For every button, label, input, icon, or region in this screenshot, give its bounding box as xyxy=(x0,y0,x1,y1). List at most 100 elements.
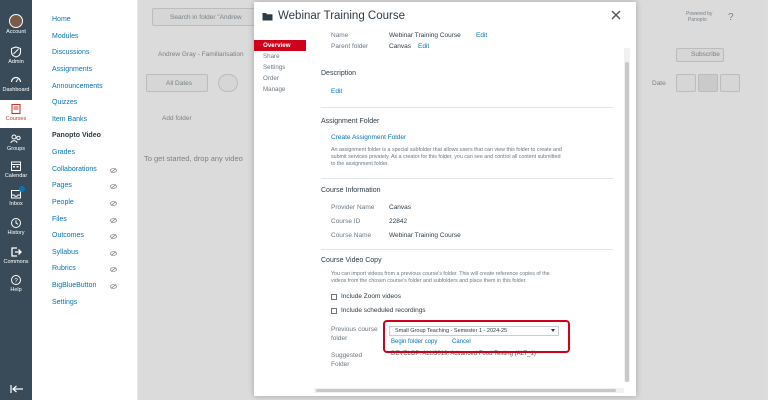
previous-course-label-2: folder xyxy=(331,335,348,342)
course-nav-quizzes[interactable]: Quizzes xyxy=(52,99,77,106)
course-nav-grades[interactable]: Grades xyxy=(52,149,75,156)
groups-icon xyxy=(10,134,21,144)
divider xyxy=(321,107,613,108)
modal-tabs: Overview Share Settings Order Manage xyxy=(254,40,306,95)
global-nav-label: Admin xyxy=(8,59,24,65)
parent-folder-value: Canvas xyxy=(389,43,412,50)
hidden-eye-icon xyxy=(110,218,117,223)
global-nav-label: Inbox xyxy=(9,201,23,207)
edit-parent-link[interactable]: Edit xyxy=(418,43,429,50)
provider-name-value: Canvas xyxy=(389,204,412,211)
hidden-eye-icon xyxy=(110,267,117,272)
global-nav-label: Dashboard xyxy=(2,87,30,93)
course-video-copy-header: Course Video Copy xyxy=(321,257,382,264)
hidden-eye-icon xyxy=(110,168,117,173)
create-assignment-folder-link[interactable]: Create Assignment Folder xyxy=(331,134,406,141)
suggested-folder-label: Suggested xyxy=(331,352,363,359)
course-nav-home[interactable]: Home xyxy=(52,16,71,23)
course-nav-panopto-video[interactable]: Panopto Video xyxy=(52,132,101,139)
edit-name-link[interactable]: Edit xyxy=(476,32,487,39)
global-nav-label: Calendar xyxy=(4,173,28,179)
parent-folder-label: Parent folder xyxy=(331,43,369,50)
course-nav-collaborations[interactable]: Collaborations xyxy=(52,166,97,173)
global-nav-admin[interactable]: Admin xyxy=(0,46,32,65)
global-nav-label: Help xyxy=(10,287,22,293)
global-nav-courses[interactable]: Courses xyxy=(0,100,32,128)
course-nav: Home Modules Discussions Assignments Ann… xyxy=(32,0,138,400)
course-nav-people[interactable]: People xyxy=(52,199,74,206)
global-nav-commons[interactable]: Commons xyxy=(0,246,32,265)
help-icon: ? xyxy=(11,275,21,285)
course-nav-discussions[interactable]: Discussions xyxy=(52,49,89,56)
collapse-nav-icon[interactable] xyxy=(10,384,24,394)
course-nav-announcements[interactable]: Announcements xyxy=(52,83,103,90)
tab-share[interactable]: Share xyxy=(254,51,306,62)
folder-icon xyxy=(262,13,273,21)
course-nav-settings[interactable]: Settings xyxy=(52,299,77,306)
suggested-folder-label-2: Folder xyxy=(331,361,350,368)
course-nav-bigbluebutton[interactable]: BigBlueButton xyxy=(52,282,96,289)
highlight-box xyxy=(383,320,570,353)
global-nav-label: Groups xyxy=(6,146,26,152)
course-nav-modules[interactable]: Modules xyxy=(52,33,78,40)
global-nav: Account Admin Dashboard Courses Groups C… xyxy=(0,0,32,400)
tab-order[interactable]: Order xyxy=(254,73,306,84)
include-scheduled-checkbox[interactable] xyxy=(331,308,337,314)
hidden-eye-icon xyxy=(110,251,117,256)
hidden-eye-icon xyxy=(110,234,117,239)
tab-settings[interactable]: Settings xyxy=(254,62,306,73)
courses-icon xyxy=(11,103,21,115)
global-nav-inbox[interactable]: Inbox xyxy=(0,186,32,207)
course-name-value: Webinar Training Course xyxy=(389,232,461,239)
calendar-icon xyxy=(11,161,21,171)
horizontal-scroll-thumb[interactable] xyxy=(316,389,616,392)
course-nav-item-banks[interactable]: Item Banks xyxy=(52,116,87,123)
hidden-eye-icon xyxy=(110,201,117,206)
global-nav-account[interactable]: Account xyxy=(0,14,32,35)
tab-manage[interactable]: Manage xyxy=(254,84,306,95)
course-nav-pages[interactable]: Pages xyxy=(52,182,72,189)
global-nav-groups[interactable]: Groups xyxy=(0,133,32,152)
global-nav-dashboard[interactable]: Dashboard xyxy=(0,74,32,93)
tab-overview[interactable]: Overview xyxy=(254,40,306,51)
course-nav-rubrics[interactable]: Rubrics xyxy=(52,265,76,272)
inbox-badge xyxy=(19,186,25,192)
assignment-folder-header: Assignment Folder xyxy=(321,118,380,125)
name-value: Webinar Training Course xyxy=(389,32,461,39)
global-nav-label: Courses xyxy=(5,116,27,122)
course-id-value: 22842 xyxy=(389,218,408,225)
global-nav-calendar[interactable]: Calendar xyxy=(0,160,32,179)
global-nav-history[interactable]: History xyxy=(0,217,32,236)
history-icon xyxy=(11,218,21,228)
course-nav-outcomes[interactable]: Outcomes xyxy=(52,232,84,239)
course-id-label: Course ID xyxy=(331,218,361,225)
course-name-label: Course Name xyxy=(331,232,372,239)
global-nav-help[interactable]: ? Help xyxy=(0,274,32,293)
dashboard-icon xyxy=(10,76,22,83)
svg-text:?: ? xyxy=(14,277,18,284)
provider-name-label: Provider Name xyxy=(331,204,375,211)
description-header: Description xyxy=(321,70,357,77)
include-scheduled-label: Include scheduled recordings xyxy=(341,307,426,314)
course-information-header: Course Information xyxy=(321,187,381,194)
edit-description-link[interactable]: Edit xyxy=(331,88,342,95)
commons-icon xyxy=(11,247,22,257)
close-icon[interactable] xyxy=(610,9,622,21)
include-zoom-checkbox[interactable] xyxy=(331,294,337,300)
vertical-scroll-thumb[interactable] xyxy=(625,62,629,382)
global-nav-label: Commons xyxy=(3,259,29,265)
course-nav-files[interactable]: Files xyxy=(52,216,67,223)
course-nav-syllabus[interactable]: Syllabus xyxy=(52,249,78,256)
hidden-eye-icon xyxy=(110,184,117,189)
divider xyxy=(321,178,613,179)
video-copy-help-text: You can import videos from a previous co… xyxy=(331,271,550,284)
divider xyxy=(321,249,613,250)
course-nav-assignments[interactable]: Assignments xyxy=(52,66,92,73)
assignment-help-text: An assignment folder is a special subfol… xyxy=(331,147,562,167)
global-nav-label: History xyxy=(7,230,25,236)
avatar xyxy=(9,14,23,28)
include-zoom-label: Include Zoom videos xyxy=(341,293,401,300)
hidden-eye-icon xyxy=(110,284,117,289)
shield-icon xyxy=(10,46,22,58)
modal-title: Webinar Training Course xyxy=(278,10,405,22)
